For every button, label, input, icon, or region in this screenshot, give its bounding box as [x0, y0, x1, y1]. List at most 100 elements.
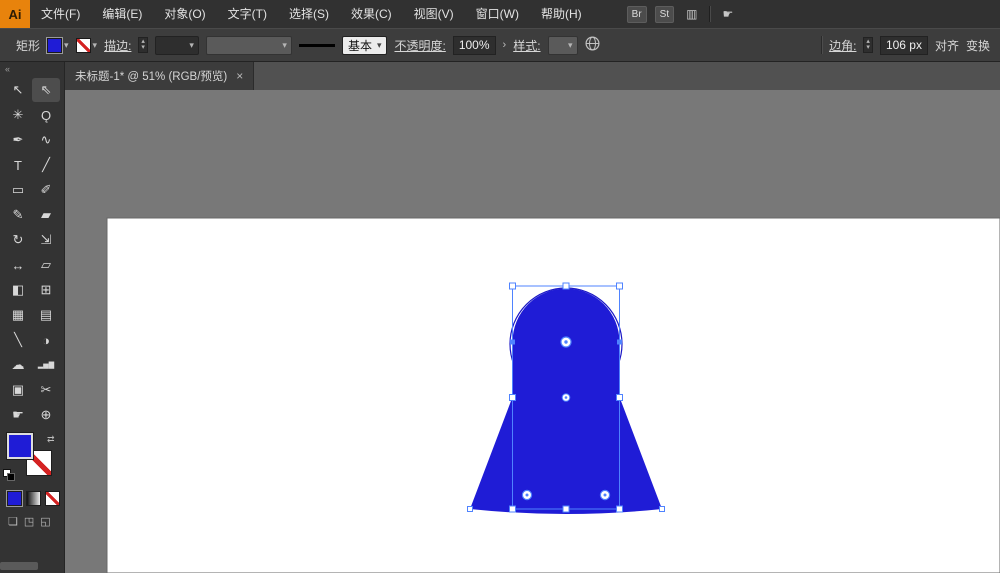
free-transform-tool[interactable]: ▱: [32, 253, 60, 277]
style-dropdown[interactable]: ▾: [547, 35, 578, 55]
graph-tool[interactable]: ▂▅▇: [32, 353, 60, 377]
none-mode-button[interactable]: [45, 491, 60, 506]
lasso-tool[interactable]: Ǫ: [32, 103, 60, 127]
draw-behind-icon[interactable]: ◳: [24, 515, 34, 528]
width-tool[interactable]: ↔: [4, 253, 32, 277]
screen-mode-button[interactable]: [0, 562, 38, 570]
shape-builder-tool[interactable]: ◧: [4, 278, 32, 302]
tools-grid: ↖ ⇖ ✳ Ǫ ✒ ∿ T ╱ ▭ ✐ ✎ ▰ ↻ ⇲ ↔ ▱ ◧ ⊞ ▦ ▤ …: [0, 78, 64, 427]
symbol-sprayer-icon: ☁: [11, 357, 25, 372]
canvas-area[interactable]: [65, 90, 1000, 573]
handle-mid-left[interactable]: [509, 394, 516, 401]
menu-effect[interactable]: 效果(C): [340, 0, 403, 28]
chevron-down-icon: ▾: [568, 39, 573, 50]
rectangle-tool[interactable]: ▭: [4, 178, 32, 202]
chevron-down-icon: ▾: [282, 39, 287, 50]
magic-wand-tool[interactable]: ✳: [4, 103, 32, 127]
close-icon[interactable]: ×: [236, 69, 243, 83]
perspective-grid-tool[interactable]: ⊞: [32, 278, 60, 302]
paintbrush-tool[interactable]: ✐: [32, 178, 60, 202]
fill-color-dropdown[interactable]: ▾: [47, 37, 69, 53]
direct-selection-tool[interactable]: ⇖: [32, 78, 60, 102]
stock-button[interactable]: St: [654, 5, 675, 23]
handle-bottom-right[interactable]: [616, 505, 623, 513]
symbol-sprayer-tool[interactable]: ☁: [4, 353, 32, 377]
draw-mode-buttons: ❏ ◳ ◱: [0, 515, 64, 528]
artboard-tool[interactable]: ▣: [4, 378, 32, 402]
transform-link[interactable]: 变换: [966, 37, 990, 54]
gradient-tool[interactable]: ▤: [32, 303, 60, 327]
zoom-tool[interactable]: ⊕: [32, 403, 60, 427]
fill-swatch[interactable]: [7, 433, 33, 459]
collapse-panel-icon[interactable]: «: [0, 62, 64, 76]
brush-definition-dropdown[interactable]: ▾: [205, 35, 292, 55]
anchor-dome-right[interactable]: [617, 339, 622, 345]
menu-help[interactable]: 帮助(H): [530, 0, 593, 28]
menu-file[interactable]: 文件(F): [30, 0, 91, 28]
align-link[interactable]: 对齐: [935, 37, 959, 54]
opacity-input[interactable]: 100%: [452, 35, 496, 55]
opacity-chevron-icon[interactable]: ›: [503, 39, 507, 51]
bridge-button[interactable]: Br: [626, 5, 647, 23]
corner-panel-link[interactable]: 边角:: [829, 37, 856, 54]
perspective-grid-icon: ⊞: [40, 282, 52, 297]
blend-tool[interactable]: ◑: [32, 328, 60, 352]
pencil-tool[interactable]: ✎: [4, 203, 32, 227]
handle-top-left[interactable]: [509, 282, 516, 290]
corner-widget-bottom-right-dot: [603, 493, 607, 497]
stroke-panel-link[interactable]: 描边:: [104, 37, 131, 54]
menu-type[interactable]: 文字(T): [217, 0, 278, 28]
lasso-icon: Ǫ: [40, 107, 52, 123]
recolor-globe-icon[interactable]: [585, 36, 600, 54]
anchor-skirt-left[interactable]: [467, 506, 473, 512]
slice-tool[interactable]: ✂: [32, 378, 60, 402]
hand-tool[interactable]: ☛: [4, 403, 32, 427]
menu-edit[interactable]: 编辑(E): [91, 0, 153, 28]
line-tool[interactable]: ╱: [32, 153, 60, 177]
selection-tool[interactable]: ↖: [4, 78, 32, 102]
curvature-tool[interactable]: ∿: [32, 128, 60, 152]
swap-fill-stroke-icon[interactable]: ⇄: [47, 434, 55, 445]
corner-radius-input[interactable]: 106 px: [879, 35, 928, 55]
opacity-panel-link[interactable]: 不透明度:: [394, 37, 445, 54]
stroke-color-swatch[interactable]: [75, 37, 91, 53]
menu-select[interactable]: 选择(S): [278, 0, 340, 28]
handle-mid-right[interactable]: [616, 394, 623, 401]
fill-color-swatch[interactable]: [47, 37, 63, 53]
document-tab[interactable]: 未标题-1* @ 51% (RGB/预览) ×: [65, 62, 255, 90]
handle-bottom-left[interactable]: [509, 505, 516, 513]
anchor-dome-left[interactable]: [510, 339, 515, 345]
draw-inside-icon[interactable]: ◱: [40, 515, 50, 528]
hand-icon: ☛: [12, 407, 24, 422]
corner-radius-stepper[interactable]: ▴ ▾: [863, 37, 873, 53]
type-tool[interactable]: T: [4, 153, 32, 177]
pen-tool[interactable]: ✒: [4, 128, 32, 152]
default-fill-stroke-icon[interactable]: [3, 469, 17, 483]
chevron-down-icon: ▾: [64, 39, 69, 50]
workspace-switcher-icon[interactable]: ▥: [686, 7, 697, 21]
eraser-tool[interactable]: ▰: [32, 203, 60, 227]
stroke-weight-dropdown[interactable]: ▾: [154, 35, 199, 55]
chevron-down-icon: ▾: [189, 39, 194, 50]
width-profile-dropdown[interactable]: 基本 ▾: [341, 35, 388, 55]
handle-top-right[interactable]: [616, 282, 623, 290]
menu-window[interactable]: 窗口(W): [465, 0, 530, 28]
handle-bottom-center[interactable]: [562, 505, 570, 513]
stroke-weight-stepper[interactable]: ▴ ▾: [138, 37, 148, 53]
style-panel-link[interactable]: 样式:: [513, 37, 540, 54]
stroke-color-dropdown[interactable]: ▾: [75, 37, 97, 53]
draw-normal-icon[interactable]: ❏: [8, 515, 18, 528]
eyedropper-tool[interactable]: ╲: [4, 328, 32, 352]
mesh-tool[interactable]: ▦: [4, 303, 32, 327]
anchor-skirt-right[interactable]: [659, 506, 665, 512]
scale-tool[interactable]: ⇲: [32, 228, 60, 252]
color-mode-button[interactable]: [7, 491, 22, 506]
rotate-tool[interactable]: ↻: [4, 228, 32, 252]
gradient-mode-button[interactable]: [26, 491, 41, 506]
hand-gesture-icon[interactable]: ☛: [722, 7, 733, 21]
menu-object[interactable]: 对象(O): [153, 0, 216, 28]
direct-selection-tool-icon: ⇖: [40, 82, 52, 97]
menu-view[interactable]: 视图(V): [403, 0, 465, 28]
corner-widget-bottom-left-dot: [525, 493, 529, 497]
handle-top-center[interactable]: [562, 282, 570, 290]
